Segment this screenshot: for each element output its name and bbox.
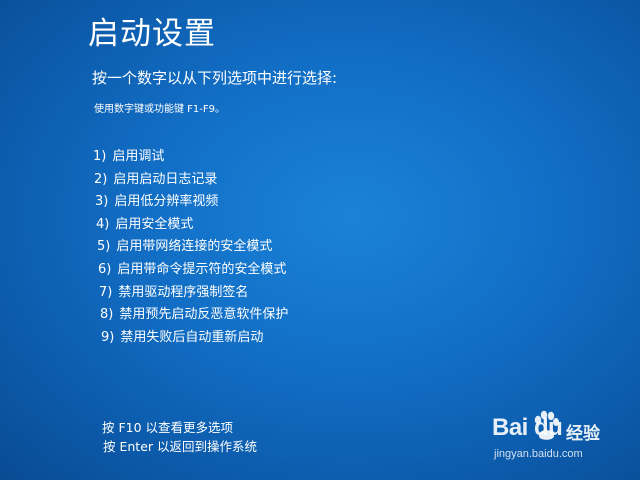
option-number: 2) [94, 171, 108, 187]
option-label: 启用带网络连接的安全模式 [116, 239, 273, 255]
footer-instructions: 按 F10 以查看更多选项 按 Enter 以返回到操作系统 [102, 418, 257, 456]
option-label: 启用启动日志记录 [113, 171, 218, 187]
watermark-service: 经验 [566, 424, 600, 444]
more-options-instruction[interactable]: 按 F10 以查看更多选项 [102, 418, 257, 437]
return-to-os-instruction[interactable]: 按 Enter 以返回到操作系统 [103, 437, 257, 456]
option-enable-safe-mode-command-prompt[interactable]: 6) 启用带命令提示符的安全模式 [98, 259, 288, 282]
option-number: 9) [101, 329, 115, 345]
option-disable-auto-restart[interactable]: 9) 禁用失败后自动重新启动 [101, 327, 288, 350]
option-label: 启用安全模式 [115, 216, 194, 232]
startup-options-list: 1) 启用调试 2) 启用启动日志记录 3) 启用低分辨率视频 4) 启用安全模式 5)… [93, 146, 288, 349]
option-disable-driver-signature-enforcement[interactable]: 7) 禁用驱动程序强制签名 [99, 282, 288, 305]
option-number: 8) [100, 307, 114, 323]
selection-prompt: 按一个数字以从下列选项中进行选择: [92, 69, 338, 87]
option-enable-safe-mode-networking[interactable]: 5) 启用带网络连接的安全模式 [97, 236, 288, 259]
page-title: 启动设置 [88, 16, 216, 52]
option-label: 启用带命令提示符的安全模式 [117, 261, 287, 277]
option-label: 启用低分辨率视频 [114, 194, 219, 210]
option-label: 启用调试 [112, 149, 165, 164]
option-enable-low-resolution-video[interactable]: 3) 启用低分辨率视频 [95, 191, 288, 214]
option-number: 7) [99, 284, 113, 300]
option-number: 1) [93, 149, 107, 164]
option-number: 5) [97, 239, 111, 255]
option-number: 4) [96, 216, 110, 232]
option-enable-debugging[interactable]: 1) 启用调试 [93, 146, 288, 169]
option-disable-early-launch-antimalware[interactable]: 8) 禁用预先启动反恶意软件保护 [100, 304, 288, 327]
option-number: 6) [98, 261, 112, 277]
option-enable-safe-mode[interactable]: 4) 启用安全模式 [96, 214, 288, 237]
option-enable-boot-logging[interactable]: 2) 启用启动日志记录 [94, 169, 288, 192]
paw-icon [534, 410, 559, 440]
option-label: 禁用驱动程序强制签名 [118, 284, 249, 300]
baidu-jingyan-watermark: Bai du 经验 jingyan.baidu.com [492, 410, 632, 470]
watermark-url: jingyan.baidu.com [494, 448, 583, 460]
option-label: 禁用失败后自动重新启动 [120, 329, 264, 345]
option-label: 禁用预先启动反恶意软件保护 [119, 307, 289, 323]
key-hint: 使用数字键或功能键 F1-F9。 [94, 104, 226, 115]
option-number: 3) [95, 194, 109, 210]
